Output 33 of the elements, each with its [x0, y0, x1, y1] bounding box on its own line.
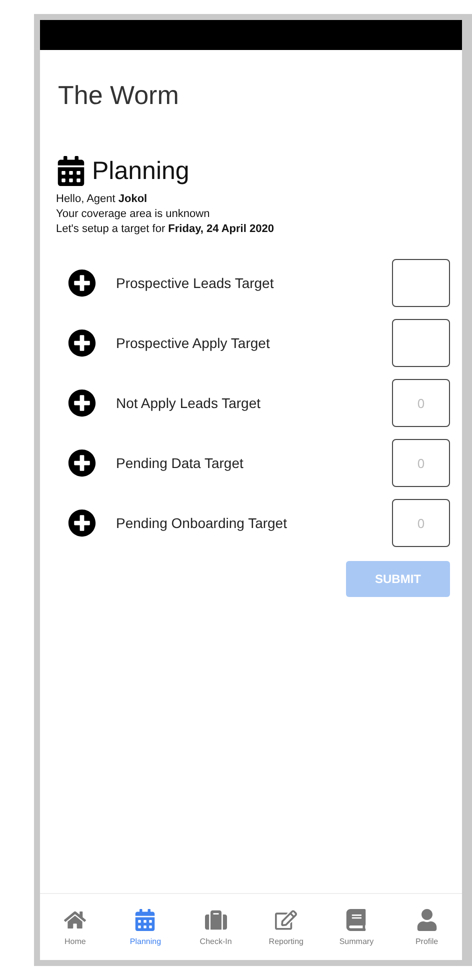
target-field[interactable]: 0: [392, 439, 450, 487]
user-icon: [416, 908, 438, 930]
target-field[interactable]: [392, 319, 450, 367]
plus-icon[interactable]: [68, 509, 96, 537]
target-field[interactable]: [392, 259, 450, 307]
greeting-text: Your coverage area is unknown: [56, 207, 211, 222]
greeting-text: Let's setup a target for Friday, 24 April 2020: [56, 222, 275, 237]
calendar-icon: [134, 908, 156, 930]
nav-tab[interactable]: Home: [45, 908, 106, 946]
target-label: Prospective Leads Target: [116, 275, 275, 291]
nav-tab[interactable]: Planning: [115, 908, 176, 946]
target-field[interactable]: 0: [392, 499, 450, 547]
nav-tab[interactable]: Profile: [396, 908, 457, 946]
home-icon: [64, 908, 86, 930]
plus-icon[interactable]: [68, 329, 96, 357]
page-title: Planning: [92, 156, 190, 186]
calendar-icon: [56, 156, 86, 186]
plus-icon[interactable]: [68, 389, 96, 417]
nav-tab[interactable]: Check-In: [186, 908, 246, 946]
target-field[interactable]: 0: [392, 379, 450, 427]
app-title: The Worm: [58, 80, 179, 110]
book-icon: [345, 908, 368, 930]
nav-tab[interactable]: Reporting: [256, 908, 316, 946]
target-label: Pending Data Target: [116, 455, 244, 471]
edit-icon: [275, 908, 298, 930]
plus-icon[interactable]: [68, 269, 96, 297]
briefcase-icon: [204, 908, 227, 930]
nav-tab[interactable]: Summary: [326, 908, 386, 946]
greeting-text: Hello, Agent Jokol: [56, 192, 148, 207]
target-label: Not Apply Leads Target: [116, 395, 262, 411]
plus-icon[interactable]: [68, 449, 96, 477]
target-label: Pending Onboarding Target: [116, 515, 288, 531]
target-label: Prospective Apply Target: [116, 335, 271, 351]
